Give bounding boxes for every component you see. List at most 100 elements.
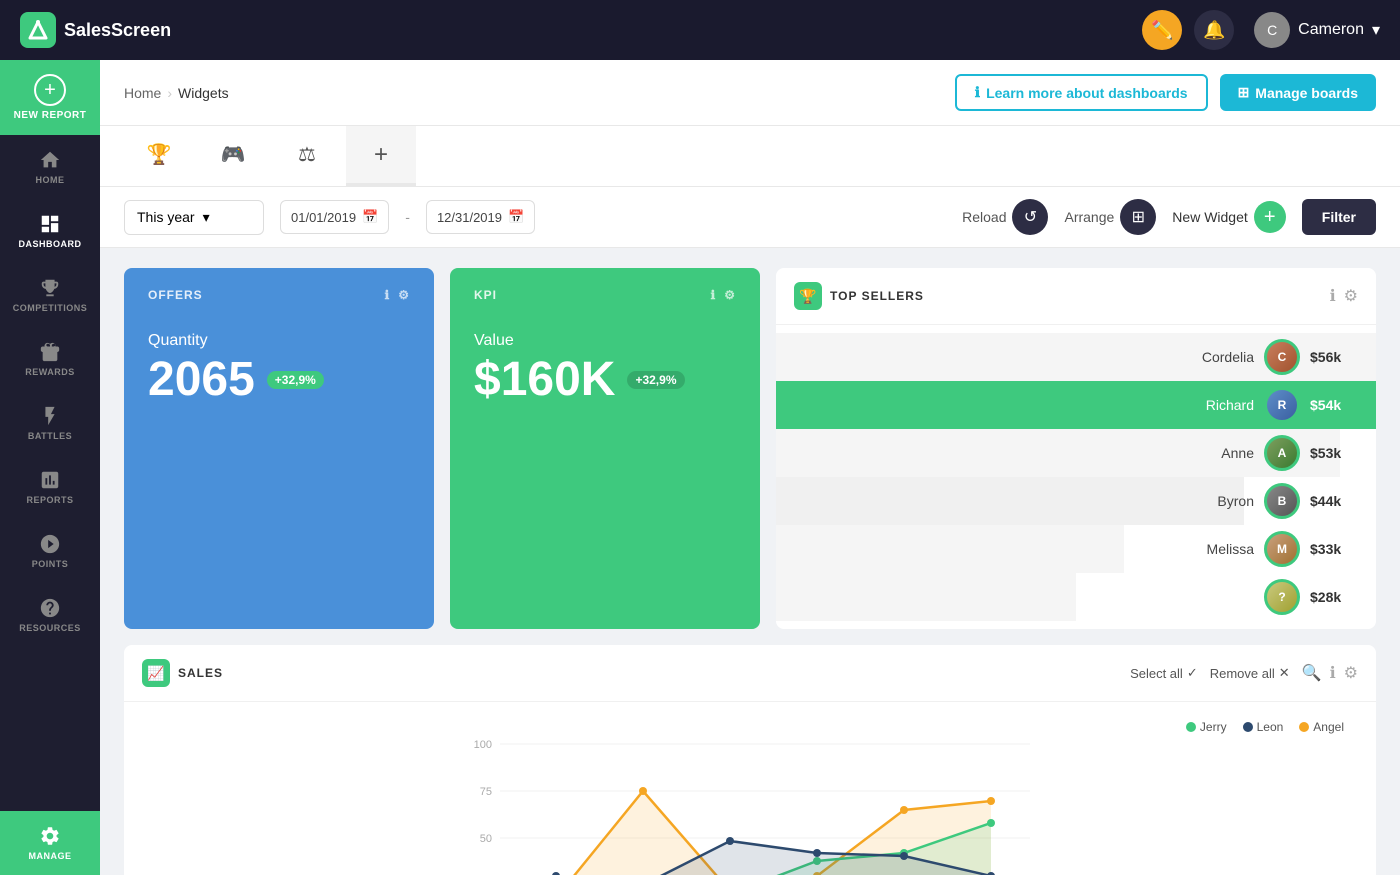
- sidebar: + NEW REPORT HOME DASHBOARD COMPETitioNs: [0, 60, 100, 875]
- sales-chart: 100 75 50 25 0 1 2 3 4 5 6: [140, 734, 1360, 875]
- seller-row: ? $28k: [776, 573, 1376, 621]
- filter-button[interactable]: Filter: [1302, 199, 1376, 235]
- checkmark-icon: ✓: [1187, 665, 1198, 681]
- kpi-title: KPI: [474, 288, 497, 302]
- offers-metric-label: Quantity: [148, 332, 410, 350]
- tab-add[interactable]: +: [346, 126, 416, 186]
- seller-value: $54k: [1310, 397, 1360, 413]
- tab-scale[interactable]: ⚖: [272, 126, 342, 186]
- gear-icon[interactable]: ⚙: [1344, 286, 1358, 306]
- kpi-metric-value: $160K: [474, 354, 615, 407]
- widgets-row-2: 📈 SALES Select all ✓ Remove all ✕ 🔍: [124, 645, 1376, 875]
- top-sellers-title: TOP SELLERS: [830, 289, 1322, 303]
- remove-all-button[interactable]: Remove all ✕: [1210, 665, 1290, 681]
- resources-icon: [39, 597, 61, 619]
- kpi-widget-header: KPI ℹ ⚙: [474, 288, 736, 302]
- widget-offers: OFFERS ℹ ⚙ Quantity 2065 +32,9%: [124, 268, 434, 629]
- seller-value: $33k: [1310, 541, 1360, 557]
- seller-value: $53k: [1310, 445, 1360, 461]
- period-label: This year: [137, 209, 195, 225]
- manage-icon: [39, 825, 61, 847]
- gear-icon[interactable]: ⚙: [398, 288, 410, 302]
- date-start-input[interactable]: 01/01/2019 📅: [280, 200, 389, 234]
- sales-chart-area: Jerry Leon Angel: [124, 702, 1376, 875]
- sidebar-item-points[interactable]: POINTS: [0, 519, 100, 583]
- breadcrumb-separator: ›: [167, 85, 172, 101]
- seller-value: $44k: [1310, 493, 1360, 509]
- date-end-value: 12/31/2019: [437, 210, 502, 225]
- app-name: SalesScreen: [64, 20, 171, 41]
- legend-dot: [1299, 722, 1309, 732]
- sidebar-item-label: REPORTS: [26, 495, 73, 505]
- breadcrumb-current: Widgets: [178, 85, 229, 101]
- offers-title: OFFERS: [148, 288, 203, 302]
- sales-icon: 📈: [142, 659, 170, 687]
- battles-icon: [39, 405, 61, 427]
- widget-sales: 📈 SALES Select all ✓ Remove all ✕ 🔍: [124, 645, 1376, 875]
- tab-bar: 🏆 🎮 ⚖ +: [100, 126, 1400, 187]
- learn-more-button[interactable]: ℹ Learn more about dashboards: [955, 74, 1208, 111]
- sidebar-item-label: BATTLES: [28, 431, 72, 441]
- date-end-input[interactable]: 12/31/2019 📅: [426, 200, 535, 234]
- sidebar-item-label: REWARDS: [25, 367, 75, 377]
- info-icon[interactable]: ℹ: [1330, 286, 1336, 306]
- notification-icon-button[interactable]: 🔔: [1194, 10, 1234, 50]
- date-separator: -: [405, 209, 410, 225]
- content-area: Home › Widgets ℹ Learn more about dashbo…: [100, 60, 1400, 875]
- edit-icon-button[interactable]: ✏️: [1142, 10, 1182, 50]
- gear-icon[interactable]: ⚙: [1344, 663, 1358, 683]
- date-start-value: 01/01/2019: [291, 210, 356, 225]
- seller-name: Cordelia: [792, 349, 1264, 365]
- manage-boards-button[interactable]: ⊞ Manage boards: [1220, 74, 1376, 111]
- sidebar-item-dashboard[interactable]: DASHBOARD: [0, 199, 100, 263]
- sidebar-item-battles[interactable]: BATTLES: [0, 391, 100, 455]
- seller-value: $28k: [1310, 589, 1360, 605]
- sales-title: SALES: [178, 666, 1122, 680]
- seller-avatar: C: [1264, 339, 1300, 375]
- sidebar-item-rewards[interactable]: REWARDS: [0, 327, 100, 391]
- info-icon[interactable]: ℹ: [1330, 663, 1336, 683]
- widget-kpi: KPI ℹ ⚙ Value $160K +32,9%: [450, 268, 760, 629]
- sidebar-item-manage[interactable]: MANAGE: [0, 811, 100, 875]
- sidebar-item-home[interactable]: HOME: [0, 135, 100, 199]
- sales-header: 📈 SALES Select all ✓ Remove all ✕ 🔍: [124, 645, 1376, 702]
- home-icon: [39, 149, 61, 171]
- select-all-button[interactable]: Select all ✓: [1130, 665, 1198, 681]
- info-icon[interactable]: ℹ: [711, 288, 717, 302]
- app-logo: SalesScreen: [20, 12, 1142, 48]
- seller-row: Melissa M $33k: [776, 525, 1376, 573]
- kpi-metric-label: Value: [474, 332, 736, 350]
- period-selector[interactable]: This year ▾: [124, 200, 264, 235]
- dashboard-icon: [39, 213, 61, 235]
- reload-icon: ↺: [1012, 199, 1048, 235]
- seller-name: Melissa: [792, 541, 1264, 557]
- reload-button[interactable]: Reload ↺: [962, 199, 1048, 235]
- arrange-button[interactable]: Arrange ⊞: [1064, 199, 1156, 235]
- sidebar-item-reports[interactable]: REPORTS: [0, 455, 100, 519]
- tab-gamepad[interactable]: 🎮: [198, 126, 268, 186]
- breadcrumb: Home › Widgets: [124, 85, 229, 101]
- info-icon[interactable]: ℹ: [385, 288, 391, 302]
- sidebar-item-competitions[interactable]: COMPETitioNs: [0, 263, 100, 327]
- gear-icon[interactable]: ⚙: [724, 288, 736, 302]
- top-sellers-icon: 🏆: [794, 282, 822, 310]
- kpi-badge: +32,9%: [627, 371, 684, 389]
- new-widget-button[interactable]: New Widget +: [1172, 201, 1285, 233]
- breadcrumb-home[interactable]: Home: [124, 85, 161, 101]
- sidebar-item-label: RESOURCES: [19, 623, 81, 633]
- seller-avatar: R: [1264, 387, 1300, 423]
- arrange-icon: ⊞: [1120, 199, 1156, 235]
- info-icon: ℹ: [975, 84, 980, 101]
- search-icon[interactable]: 🔍: [1302, 663, 1322, 683]
- new-report-button[interactable]: + NEW REPORT: [0, 60, 100, 135]
- reports-icon: [39, 469, 61, 491]
- seller-row: Anne A $53k: [776, 429, 1376, 477]
- sidebar-item-resources[interactable]: RESOURCES: [0, 583, 100, 647]
- widget-top-sellers: 🏆 TOP SELLERS ℹ ⚙ Cordelia C: [776, 268, 1376, 629]
- user-name: Cameron: [1298, 21, 1364, 39]
- gift-icon: [39, 341, 61, 363]
- tab-trophy[interactable]: 🏆: [124, 126, 194, 186]
- top-navigation: SalesScreen ✏️ 🔔 C Cameron ▾: [0, 0, 1400, 60]
- user-menu[interactable]: C Cameron ▾: [1254, 12, 1380, 48]
- user-avatar: C: [1254, 12, 1290, 48]
